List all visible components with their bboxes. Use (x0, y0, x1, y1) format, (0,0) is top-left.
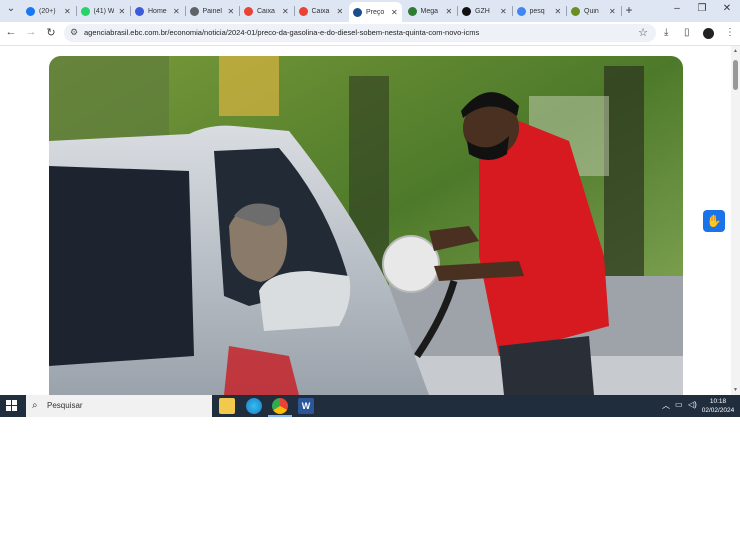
address-bar[interactable]: ⚙ agenciabrasil.ebc.com.br/economia/noti… (64, 24, 656, 42)
minimize-button[interactable]: – (669, 3, 685, 14)
tab-close-icon[interactable]: ✕ (555, 7, 562, 16)
tab-1[interactable]: (41) W ✕ (77, 2, 130, 20)
file-explorer-icon[interactable] (219, 398, 235, 414)
gmail-icon (244, 6, 253, 16)
scroll-up-icon[interactable]: ▲ (733, 48, 738, 54)
reload-button[interactable]: ↻ (44, 26, 58, 39)
browser-toolbar: ← → ↻ ⚙ agenciabrasil.ebc.com.br/economi… (0, 22, 740, 46)
tab-label: Painel (202, 7, 222, 15)
url-text[interactable]: agenciabrasil.ebc.com.br/economia/notici… (84, 28, 479, 37)
windows-taskbar: ⌕ Pesquisar W ︿ ▭ ◁) 10:18 02/02/2024 (0, 395, 740, 417)
tab-label: GZH (475, 7, 490, 15)
word-icon[interactable]: W (298, 398, 314, 414)
tab-close-icon[interactable]: ✕ (173, 7, 180, 16)
clock-date: 02/02/2024 (701, 407, 735, 414)
article-photo (49, 56, 683, 395)
agencia-brasil-icon (353, 7, 362, 17)
quina-icon (571, 6, 580, 16)
tab-label: Preço (366, 8, 385, 16)
chrome-active-indicator (268, 415, 292, 417)
tab-6[interactable]: Preço ✕ (349, 2, 402, 22)
restore-button[interactable]: ❐ (694, 3, 710, 14)
tab-label: Home (148, 7, 167, 15)
taskbar-search-placeholder: Pesquisar (47, 401, 83, 410)
google-icon (516, 6, 526, 16)
tab-2[interactable]: Home ✕ (131, 2, 184, 20)
forward-button[interactable]: → (24, 26, 38, 38)
taskbar-search-box[interactable]: ⌕ Pesquisar (26, 395, 212, 417)
tab-close-icon[interactable]: ✕ (228, 7, 235, 16)
tab-label: Mega (420, 7, 439, 15)
search-icon: ⌕ (32, 400, 38, 411)
back-button[interactable]: ← (4, 26, 18, 38)
download-icon[interactable]: ⤓ (664, 27, 668, 38)
windows-start-icon[interactable] (6, 400, 18, 412)
page-scrollbar[interactable]: ▲ ▼ (731, 46, 740, 395)
profile-avatar[interactable] (703, 28, 714, 39)
chrome-icon[interactable] (272, 398, 288, 414)
facebook-icon (26, 6, 35, 16)
tab-close-icon[interactable]: ✕ (119, 7, 126, 16)
whatsapp-icon (80, 6, 90, 16)
edge-icon[interactable] (246, 398, 262, 414)
tab-9[interactable]: pesq ✕ (513, 2, 566, 20)
bookmark-star-icon[interactable]: ☆ (638, 26, 648, 39)
tab-close-icon[interactable]: ✕ (64, 7, 71, 16)
tab-search-icon[interactable]: ⌄ (3, 3, 19, 14)
tab-label: pesq (529, 7, 545, 15)
tab-label: (20+) (39, 7, 56, 15)
tab-close-icon[interactable]: ✕ (282, 7, 289, 16)
site-settings-icon[interactable]: ⚙ (70, 27, 78, 38)
accessibility-hand-icon[interactable]: ✋ (703, 210, 725, 232)
menu-dots-icon[interactable]: ⋮ (725, 27, 735, 38)
tab-bar: ⌄ (20+) ✕ (41) W ✕ Home ✕ Painel ✕ Caixa ✕ Caixa ✕ P… (0, 0, 740, 22)
photo-illustration (49, 56, 683, 395)
tab-7[interactable]: Mega ✕ (404, 2, 457, 20)
tab-close-icon[interactable]: ✕ (337, 7, 344, 16)
clock-time: 10:18 (709, 398, 727, 405)
tab-label: (41) W (93, 7, 114, 15)
tab-close-icon[interactable]: ✕ (609, 7, 616, 16)
scroll-thumb[interactable] (733, 60, 738, 90)
tray-chevron-icon[interactable]: ︿ (662, 400, 670, 411)
page-content (0, 46, 740, 395)
tab-10[interactable]: Quin ✕ (567, 2, 620, 20)
side-panel-icon[interactable]: ▯ (684, 27, 690, 38)
tab-label: Quin (584, 7, 599, 15)
gmail-icon (298, 6, 308, 16)
home-site-icon (135, 6, 144, 16)
tab-close-icon[interactable]: ✕ (500, 7, 507, 16)
tab-close-icon[interactable]: ✕ (446, 7, 453, 16)
new-tab-button[interactable]: + (621, 3, 637, 17)
tab-label: Caixa (257, 7, 275, 15)
tab-8[interactable]: GZH ✕ (458, 2, 511, 20)
tab-close-icon[interactable]: ✕ (391, 8, 398, 17)
volume-icon[interactable]: ◁) (688, 400, 697, 409)
tab-label: Caixa (311, 7, 330, 15)
close-window-button[interactable]: ✕ (719, 3, 735, 14)
gzh-icon (462, 6, 471, 16)
tab-5[interactable]: Caixa ✕ (295, 2, 348, 20)
tab-3[interactable]: Painel ✕ (186, 2, 239, 20)
taskbar-clock[interactable]: 10:18 02/02/2024 (700, 397, 736, 415)
globe-icon (189, 6, 199, 16)
tab-0[interactable]: (20+) ✕ (22, 2, 75, 20)
scroll-down-icon[interactable]: ▼ (733, 387, 738, 393)
network-icon[interactable]: ▭ (675, 400, 683, 409)
tab-4[interactable]: Caixa ✕ (240, 2, 293, 20)
mega-icon (407, 6, 417, 16)
